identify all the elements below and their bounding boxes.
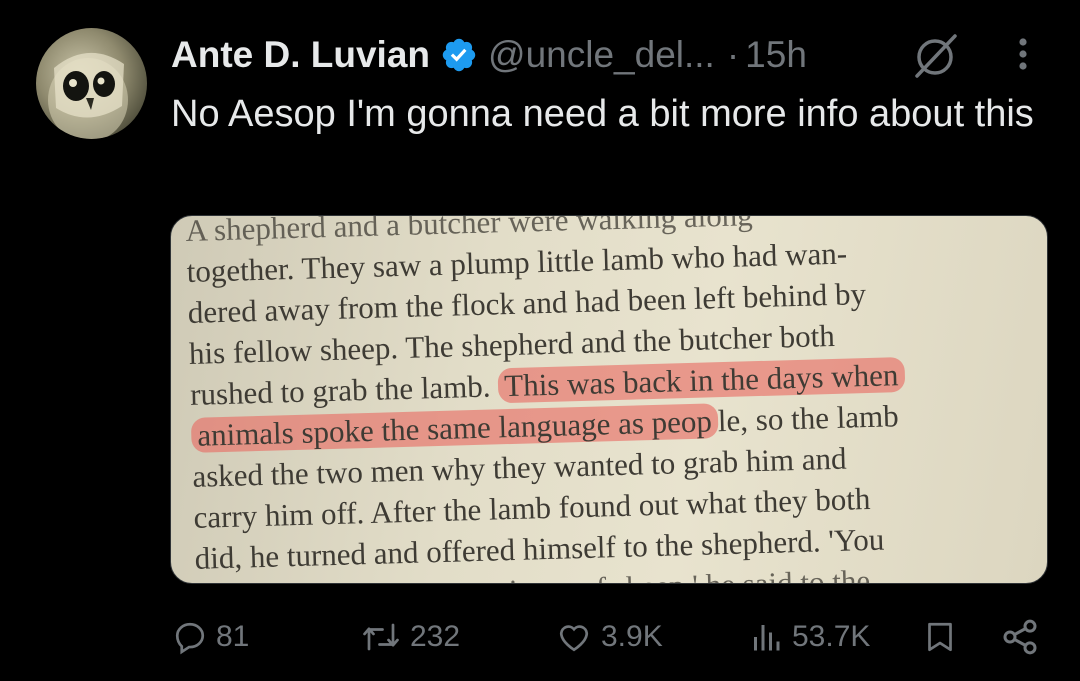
bookmark-icon (928, 622, 952, 652)
like-button[interactable]: 3.9K (555, 610, 663, 664)
more-options-icon[interactable] (1005, 34, 1041, 74)
heart-icon (559, 625, 589, 652)
view-count: 53.7K (792, 620, 871, 653)
views-button[interactable]: 53.7K (748, 610, 870, 664)
analytics-bars-icon (754, 625, 780, 651)
tweet-text: No Aesop I'm gonna need a bit more info … (171, 93, 1034, 135)
owl-mask-avatar-icon (48, 52, 128, 139)
tweet-media-photo[interactable]: A shepherd and a butcher were walking al… (170, 215, 1048, 584)
verified-badge-icon (440, 36, 478, 74)
book-page-text: A shepherd and a butcher were walking al… (185, 216, 1047, 583)
repost-icon (363, 623, 399, 651)
tweet-header: Ante D. Luvian @uncle_del... · 15h (171, 30, 807, 80)
bookmark-button[interactable] (922, 610, 958, 664)
share-button[interactable] (1000, 610, 1040, 664)
reply-count: 81 (216, 620, 250, 653)
repost-count: 232 (410, 620, 461, 653)
author-avatar[interactable] (36, 28, 147, 139)
author-name[interactable]: Ante D. Luvian (171, 34, 430, 76)
tweet-action-bar: 81 232 3.9K 53.7K (170, 610, 1046, 664)
reply-icon (175, 622, 205, 655)
reply-button[interactable]: 81 (172, 610, 249, 664)
like-count: 3.9K (601, 620, 663, 653)
share-icon (1003, 619, 1037, 655)
author-handle[interactable]: @uncle_del... (488, 34, 715, 76)
grok-icon[interactable] (905, 32, 965, 82)
post-timestamp[interactable]: 15h (745, 34, 807, 76)
header-separator: · (726, 34, 740, 75)
repost-button[interactable]: 232 (360, 610, 460, 664)
